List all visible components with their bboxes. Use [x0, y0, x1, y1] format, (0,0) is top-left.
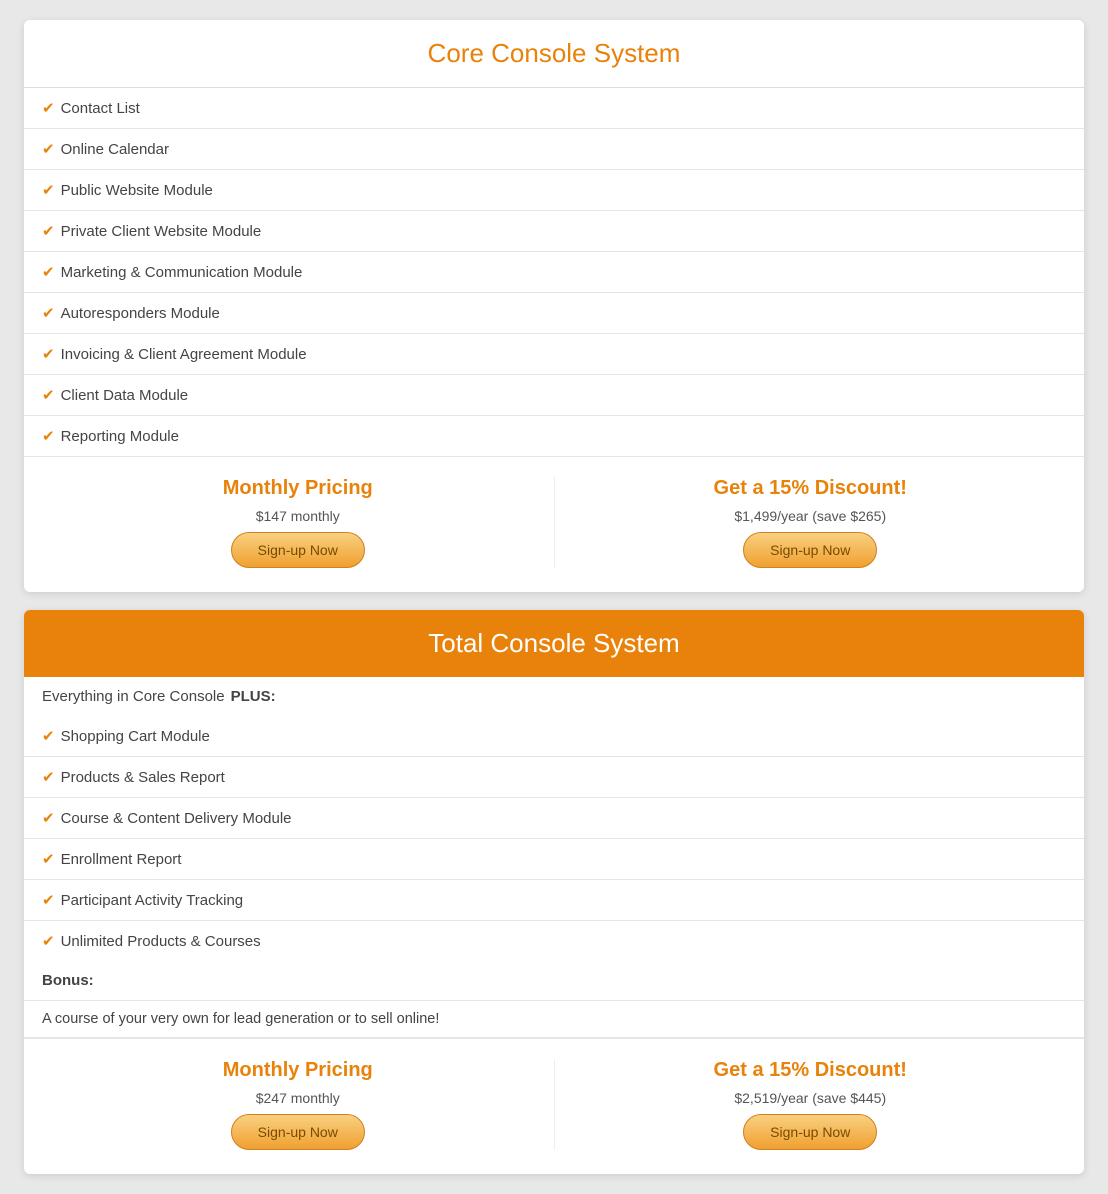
total-feature-item: ✔Unlimited Products & Courses [24, 921, 1084, 961]
total-monthly-col: Monthly Pricing $247 monthly Sign-up Now [42, 1059, 555, 1150]
check-icon: ✔ [42, 345, 55, 363]
core-monthly-label: Monthly Pricing [223, 477, 373, 500]
total-console-features: Everything in Core Console PLUS: [24, 677, 1084, 716]
core-console-pricing: Monthly Pricing $147 monthly Sign-up Now… [24, 456, 1084, 592]
total-annual-label: Get a 15% Discount! [714, 1059, 907, 1082]
core-feature-item: ✔Invoicing & Client Agreement Module [24, 334, 1084, 375]
total-console-title: Total Console System [24, 610, 1084, 677]
total-monthly-signup-button[interactable]: Sign-up Now [231, 1114, 365, 1150]
core-annual-signup-button[interactable]: Sign-up Now [743, 532, 877, 568]
check-icon: ✔ [42, 427, 55, 445]
core-feature-item: ✔Online Calendar [24, 129, 1084, 170]
core-feature-item: ✔Public Website Module [24, 170, 1084, 211]
check-icon: ✔ [42, 891, 55, 909]
check-icon: ✔ [42, 932, 55, 950]
check-icon: ✔ [42, 809, 55, 827]
total-annual-signup-button[interactable]: Sign-up Now [743, 1114, 877, 1150]
intro-bold: PLUS: [231, 688, 276, 705]
total-annual-amount: $2,519/year (save $445) [734, 1090, 886, 1106]
check-icon: ✔ [42, 140, 55, 158]
check-icon: ✔ [42, 304, 55, 322]
total-feature-item: ✔Enrollment Report [24, 839, 1084, 880]
core-console-annual-col: Get a 15% Discount! $1,499/year (save $2… [555, 477, 1067, 568]
core-feature-item: ✔Reporting Module [24, 416, 1084, 456]
core-feature-item: ✔Autoresponders Module [24, 293, 1084, 334]
core-monthly-signup-button[interactable]: Sign-up Now [231, 532, 365, 568]
core-feature-item: ✔Contact List [24, 88, 1084, 129]
total-feature-item: ✔Participant Activity Tracking [24, 880, 1084, 921]
core-annual-amount: $1,499/year (save $265) [734, 508, 886, 524]
check-icon: ✔ [42, 222, 55, 240]
total-monthly-label: Monthly Pricing [223, 1059, 373, 1082]
page-wrapper: Core Console System ✔Contact List✔Online… [24, 20, 1084, 1174]
check-icon: ✔ [42, 386, 55, 404]
bonus-text: A course of your very own for lead gener… [24, 1001, 1084, 1038]
core-console-monthly-col: Monthly Pricing $147 monthly Sign-up Now [42, 477, 555, 568]
intro-text: Everything in Core Console [42, 688, 225, 705]
core-monthly-amount: $147 monthly [256, 508, 340, 524]
total-feature-item: ✔Shopping Cart Module [24, 716, 1084, 757]
total-console-feature-list: ✔Shopping Cart Module✔Products & Sales R… [24, 716, 1084, 961]
check-icon: ✔ [42, 850, 55, 868]
core-console-card: Core Console System ✔Contact List✔Online… [24, 20, 1084, 592]
total-monthly-amount: $247 monthly [256, 1090, 340, 1106]
total-annual-col: Get a 15% Discount! $2,519/year (save $4… [555, 1059, 1067, 1150]
core-console-title: Core Console System [24, 20, 1084, 88]
total-console-pricing: Monthly Pricing $247 monthly Sign-up Now… [24, 1038, 1084, 1174]
core-annual-label: Get a 15% Discount! [714, 477, 907, 500]
bonus-label: Bonus: [24, 961, 1084, 1001]
check-icon: ✔ [42, 263, 55, 281]
total-feature-item: ✔Products & Sales Report [24, 757, 1084, 798]
core-feature-item: ✔Private Client Website Module [24, 211, 1084, 252]
check-icon: ✔ [42, 99, 55, 117]
total-console-card: Total Console System Everything in Core … [24, 610, 1084, 1174]
check-icon: ✔ [42, 768, 55, 786]
total-console-intro: Everything in Core Console PLUS: [24, 677, 1084, 716]
core-feature-item: ✔Client Data Module [24, 375, 1084, 416]
total-feature-item: ✔Course & Content Delivery Module [24, 798, 1084, 839]
check-icon: ✔ [42, 181, 55, 199]
core-console-features: ✔Contact List✔Online Calendar✔Public Web… [24, 88, 1084, 456]
check-icon: ✔ [42, 727, 55, 745]
core-feature-item: ✔Marketing & Communication Module [24, 252, 1084, 293]
